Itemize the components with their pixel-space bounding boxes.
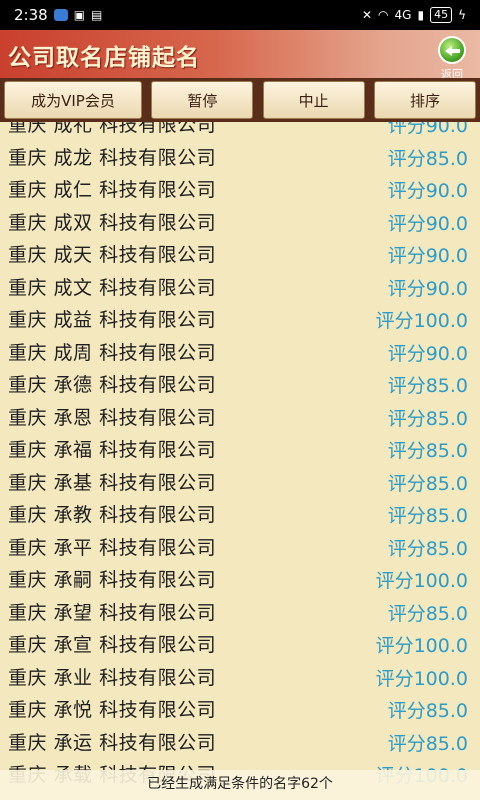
company-name: 重庆 承平 科技有限公司 — [8, 536, 217, 559]
list-item[interactable]: 重庆 承望 科技有限公司 评分85.0 — [0, 597, 480, 630]
name-list[interactable]: 重庆 成礼 科技有限公司 评分90.0 重庆 成龙 科技有限公司 评分85.0 … — [0, 122, 480, 800]
wifi-icon: ◠ — [378, 8, 389, 22]
list-item[interactable]: 重庆 承福 科技有限公司 评分85.0 — [0, 434, 480, 467]
app-notification-icon — [53, 9, 68, 21]
list-item[interactable]: 重庆 成双 科技有限公司 评分90.0 — [0, 207, 480, 240]
become-vip-button[interactable]: 成为VIP会员 — [4, 81, 142, 119]
score: 评分85.0 — [387, 472, 468, 495]
list-item[interactable]: 重庆 承悦 科技有限公司 评分85.0 — [0, 694, 480, 727]
list-item[interactable]: 重庆 承基 科技有限公司 评分85.0 — [0, 467, 480, 500]
signal-icon: ▮ — [417, 8, 425, 22]
back-button[interactable]: 返回 — [434, 36, 470, 82]
company-name: 重庆 承教 科技有限公司 — [8, 504, 217, 526]
score: 评分100.0 — [375, 570, 468, 592]
score: 评分90.0 — [387, 212, 468, 235]
company-name: 重庆 承业 科技有限公司 — [8, 666, 217, 689]
list-item[interactable]: 重庆 承平 科技有限公司 评分85.0 — [0, 532, 480, 565]
score: 评分85.0 — [387, 407, 468, 430]
score: 评分100.0 — [375, 635, 468, 657]
score: 评分85.0 — [387, 147, 468, 170]
list-item[interactable]: 重庆 承嗣 科技有限公司 评分100.0 — [0, 564, 480, 597]
gallery-icon: ▤ — [91, 8, 103, 22]
company-name: 重庆 承福 科技有限公司 — [8, 439, 217, 461]
company-name: 重庆 承嗣 科技有限公司 — [8, 569, 217, 591]
status-bar: 2:38 ▣ ▤ ✕ ◠ 4G ▮ 45 ϟ — [0, 0, 480, 30]
score: 评分85.0 — [387, 375, 468, 397]
mute-icon: ✕ — [361, 8, 373, 22]
score: 评分100.0 — [375, 667, 468, 690]
network-type: 4G — [394, 8, 412, 22]
status-right: ✕ ◠ 4G ▮ 45 ϟ — [362, 7, 466, 23]
score: 评分85.0 — [387, 440, 468, 462]
list-item[interactable]: 重庆 成天 科技有限公司 评分90.0 — [0, 239, 480, 272]
list-item[interactable]: 重庆 成周 科技有限公司 评分90.0 — [0, 337, 480, 370]
back-arrow-icon[interactable] — [438, 36, 466, 64]
status-time: 2:38 — [14, 6, 48, 24]
score: 评分90.0 — [387, 180, 468, 202]
company-name: 重庆 承恩 科技有限公司 — [8, 406, 217, 429]
page-title: 公司取名店铺起名 — [8, 44, 200, 71]
status-left: 2:38 ▣ ▤ — [14, 6, 102, 24]
score: 评分85.0 — [387, 505, 468, 527]
company-name: 重庆 成益 科技有限公司 — [8, 309, 217, 331]
score: 评分85.0 — [387, 537, 468, 560]
company-name: 重庆 承德 科技有限公司 — [8, 374, 217, 396]
score: 评分90.0 — [387, 277, 468, 300]
score: 评分100.0 — [375, 310, 468, 332]
list-item[interactable]: 重庆 成龙 科技有限公司 评分85.0 — [0, 142, 480, 175]
pause-button[interactable]: 暂停 — [151, 81, 254, 119]
company-name: 重庆 承基 科技有限公司 — [8, 471, 217, 494]
company-name: 重庆 成仁 科技有限公司 — [8, 179, 217, 201]
score: 评分85.0 — [387, 732, 468, 755]
stop-button[interactable]: 中止 — [262, 81, 365, 119]
company-name: 重庆 承悦 科技有限公司 — [8, 699, 217, 721]
list-item[interactable]: 重庆 成文 科技有限公司 评分90.0 — [0, 272, 480, 305]
nfc-icon: ▣ — [73, 8, 86, 22]
list-item[interactable]: 重庆 成仁 科技有限公司 评分90.0 — [0, 174, 480, 207]
list-item[interactable]: 重庆 承宣 科技有限公司 评分100.0 — [0, 629, 480, 662]
company-name: 重庆 成礼 科技有限公司 — [8, 122, 217, 136]
toolbar: 成为VIP会员 暂停 中止 排序 — [0, 78, 480, 122]
title-bar: 公司取名店铺起名 返回 — [0, 30, 480, 81]
score: 评分90.0 — [387, 122, 468, 137]
company-name: 重庆 成双 科技有限公司 — [8, 211, 217, 234]
score: 评分90.0 — [387, 342, 468, 365]
list-item[interactable]: 重庆 承恩 科技有限公司 评分85.0 — [0, 402, 480, 435]
company-name: 重庆 承望 科技有限公司 — [8, 601, 217, 624]
company-name: 重庆 成天 科技有限公司 — [8, 244, 217, 266]
company-name: 重庆 成文 科技有限公司 — [8, 276, 217, 299]
company-name: 重庆 成龙 科技有限公司 — [8, 146, 217, 169]
score: 评分85.0 — [387, 602, 468, 625]
company-name: 重庆 承运 科技有限公司 — [8, 731, 217, 754]
list-item[interactable]: 重庆 成礼 科技有限公司 评分90.0 — [0, 122, 480, 142]
list-item[interactable]: 重庆 承德 科技有限公司 评分85.0 — [0, 369, 480, 402]
list-item[interactable]: 重庆 成益 科技有限公司 评分100.0 — [0, 304, 480, 337]
score: 评分90.0 — [387, 245, 468, 267]
sort-button[interactable]: 排序 — [373, 81, 476, 119]
battery-icon: 45 — [430, 7, 453, 23]
list-item[interactable]: 重庆 承业 科技有限公司 评分100.0 — [0, 662, 480, 695]
list-item[interactable]: 重庆 承运 科技有限公司 评分85.0 — [0, 727, 480, 760]
score: 评分85.0 — [387, 700, 468, 722]
company-name: 重庆 成周 科技有限公司 — [8, 341, 217, 364]
charging-icon: ϟ — [458, 8, 466, 22]
company-name: 重庆 承宣 科技有限公司 — [8, 634, 217, 656]
generation-status: 已经生成满足条件的名字62个 — [0, 770, 480, 800]
list-item[interactable]: 重庆 承教 科技有限公司 评分85.0 — [0, 499, 480, 532]
